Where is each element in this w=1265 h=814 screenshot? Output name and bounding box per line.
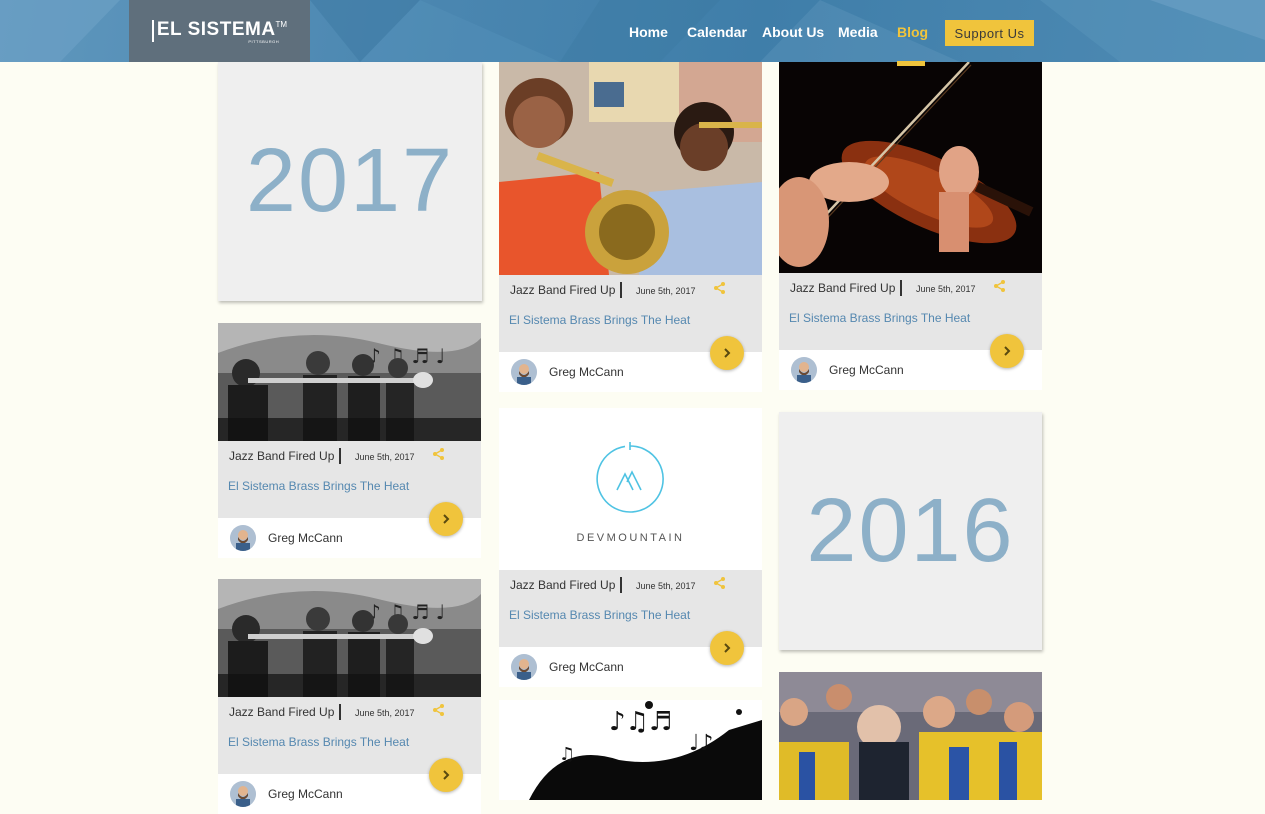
chevron-right-icon: [724, 348, 731, 358]
read-more-button[interactable]: [710, 336, 744, 370]
read-more-button[interactable]: [429, 758, 463, 792]
author-name[interactable]: Greg McCann: [268, 787, 343, 801]
site-logo[interactable]: EL SISTEMATM PITTSBURGH: [129, 0, 310, 62]
meta-divider: [900, 280, 902, 296]
post-title-link[interactable]: El Sistema Brass Brings The Heat: [509, 608, 690, 622]
blog-post-card[interactable]: Jazz Band Fired Up June 5th, 2017 El Sis…: [779, 62, 1042, 390]
chevron-right-icon: [1004, 346, 1011, 356]
share-icon[interactable]: [432, 447, 446, 461]
trumpet-players-photo: ♪ ♫ ♬ ♩: [218, 323, 481, 441]
post-author-row: Greg McCann: [499, 336, 762, 392]
devmountain-logo: [499, 408, 762, 570]
post-title-link[interactable]: El Sistema Brass Brings The Heat: [789, 311, 970, 325]
post-title-link[interactable]: El Sistema Brass Brings The Heat: [228, 735, 409, 749]
svg-text:♫: ♫: [559, 744, 575, 765]
author-avatar: [511, 654, 537, 680]
author-avatar: [511, 359, 537, 385]
post-image[interactable]: ♪ ♫ ♬ ♩: [218, 323, 481, 441]
music-notes-image: ♪♫♬ ♩♪ ♫: [499, 700, 762, 800]
nav-about-us[interactable]: About Us: [762, 24, 824, 40]
post-date: June 5th, 2017: [636, 286, 696, 296]
year-label: 2016: [806, 480, 1015, 581]
site-header: EL SISTEMATM PITTSBURGH Home Calendar Ab…: [0, 0, 1265, 62]
nav-media[interactable]: Media: [838, 24, 878, 40]
nav-active-indicator: [897, 61, 925, 66]
year-card-2016: 2016: [779, 412, 1042, 650]
post-date: June 5th, 2017: [916, 284, 976, 294]
svg-text:♩♪: ♩♪: [689, 731, 713, 756]
meta-divider: [339, 448, 341, 464]
trumpet-players-photo: ♪ ♫ ♬ ♩: [218, 579, 481, 697]
blog-post-card[interactable]: ♪ ♫ ♬ ♩ Jazz Band Fired Up June 5th, 201…: [218, 579, 481, 814]
support-us-button[interactable]: Support Us: [945, 20, 1034, 46]
post-author-row: Greg McCann: [779, 334, 1042, 390]
post-date: June 5th, 2017: [355, 708, 415, 718]
logo-subtitle: PITTSBURGH: [248, 39, 280, 44]
author-name[interactable]: Greg McCann: [549, 365, 624, 379]
share-icon[interactable]: [713, 576, 727, 590]
chevron-right-icon: [443, 514, 450, 524]
post-category[interactable]: Jazz Band Fired Up: [510, 578, 615, 592]
post-date: June 5th, 2017: [355, 452, 415, 462]
post-author-row: Greg McCann: [499, 631, 762, 687]
author-avatar: [230, 781, 256, 807]
author-name[interactable]: Greg McCann: [268, 531, 343, 545]
kids-trombone-photo: [499, 62, 762, 275]
post-author-row: Greg McCann: [218, 758, 481, 814]
post-date: June 5th, 2017: [636, 581, 696, 591]
meta-divider: [620, 282, 622, 298]
post-category[interactable]: Jazz Band Fired Up: [229, 705, 334, 719]
post-title-link[interactable]: El Sistema Brass Brings The Heat: [509, 313, 690, 327]
share-icon[interactable]: [993, 279, 1007, 293]
post-image[interactable]: DEVMOUNTAIN: [499, 408, 762, 570]
blog-post-card[interactable]: DEVMOUNTAIN Jazz Band Fired Up June 5th,…: [499, 408, 762, 687]
blog-post-card[interactable]: ♪ ♫ ♬ ♩ Jazz Band Fired Up June 5th, 201…: [218, 323, 481, 558]
post-image[interactable]: [779, 62, 1042, 273]
nav-home[interactable]: Home: [629, 24, 668, 40]
author-avatar: [230, 525, 256, 551]
devmountain-wordmark: DEVMOUNTAIN: [576, 532, 685, 544]
share-icon[interactable]: [713, 281, 727, 295]
meta-divider: [339, 704, 341, 720]
children-group-photo: [779, 672, 1042, 800]
share-icon[interactable]: [432, 703, 446, 717]
svg-text:♪♫♬: ♪♫♬: [609, 707, 672, 737]
post-image[interactable]: [499, 62, 762, 275]
nav-calendar[interactable]: Calendar: [687, 24, 747, 40]
author-avatar: [791, 357, 817, 383]
year-card-2017: 2017: [218, 62, 482, 301]
blog-post-card[interactable]: [779, 672, 1042, 800]
read-more-button[interactable]: [710, 631, 744, 665]
post-category[interactable]: Jazz Band Fired Up: [229, 449, 334, 463]
blog-post-card[interactable]: Jazz Band Fired Up June 5th, 2017 El Sis…: [499, 62, 762, 392]
chevron-right-icon: [724, 643, 731, 653]
post-category[interactable]: Jazz Band Fired Up: [510, 283, 615, 297]
read-more-button[interactable]: [429, 502, 463, 536]
nav-blog[interactable]: Blog: [897, 24, 928, 40]
logo-name: EL SISTEMA: [156, 19, 276, 40]
violin-photo: [779, 62, 1042, 273]
post-author-row: Greg McCann: [218, 502, 481, 558]
read-more-button[interactable]: [990, 334, 1024, 368]
chevron-right-icon: [443, 770, 450, 780]
logo-mark: EL SISTEMATM PITTSBURGH: [151, 19, 288, 44]
logo-trademark: TM: [275, 20, 288, 29]
meta-divider: [620, 577, 622, 593]
post-category[interactable]: Jazz Band Fired Up: [790, 281, 895, 295]
year-label: 2017: [245, 131, 455, 231]
author-name[interactable]: Greg McCann: [829, 363, 904, 377]
post-image[interactable]: ♪ ♫ ♬ ♩: [218, 579, 481, 697]
blog-post-card[interactable]: ♪♫♬ ♩♪ ♫: [499, 700, 762, 800]
post-title-link[interactable]: El Sistema Brass Brings The Heat: [228, 479, 409, 493]
author-name[interactable]: Greg McCann: [549, 660, 624, 674]
